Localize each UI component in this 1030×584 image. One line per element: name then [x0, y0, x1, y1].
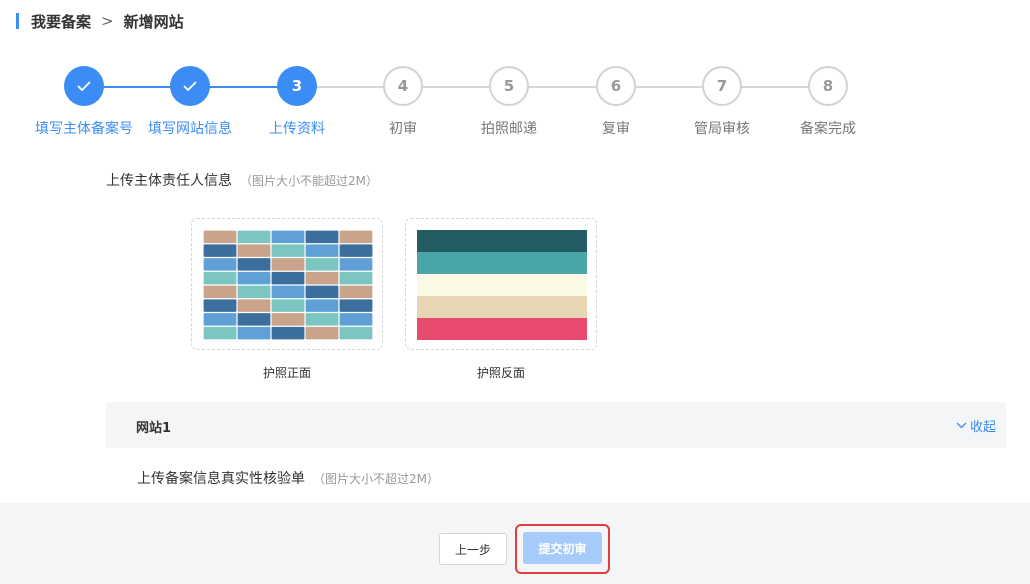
site-section-hint: （图片大小不超过2M）: [313, 472, 439, 486]
passport-back-image: [417, 230, 587, 340]
mosaic-tile: [203, 299, 237, 312]
mosaic-tile: [271, 285, 305, 299]
step-1: 填写主体备案号: [24, 66, 144, 138]
prev-step-button[interactable]: 上一步: [439, 533, 507, 565]
step-7: 7 管局审核: [662, 66, 782, 138]
passport-front-caption: 护照正面: [262, 366, 311, 380]
upload-passport-front[interactable]: [191, 218, 383, 350]
step-8: 8 备案完成: [768, 66, 888, 138]
mosaic-tile: [237, 230, 271, 244]
footer-action-bar: 上一步 提交初审: [0, 503, 1030, 584]
owner-section-hint: （图片大小不能超过2M）: [240, 174, 378, 188]
step-6-circle: 6: [596, 66, 636, 106]
site-name: 网站1: [136, 421, 172, 436]
passport-front-image: [203, 230, 373, 340]
check-icon: [77, 81, 91, 91]
mosaic-tile: [203, 326, 237, 340]
chevron-down-icon: [956, 422, 967, 429]
step-5-circle: 5: [489, 66, 529, 106]
breadcrumb-current: 新增网站: [123, 12, 184, 31]
step-5-label: 拍照邮递: [481, 121, 537, 137]
step-5: 5 拍照邮递: [449, 66, 569, 138]
mosaic-tile: [271, 244, 305, 257]
step-8-circle: 8: [808, 66, 848, 106]
site-panel-header: 网站1 收起: [106, 402, 1006, 448]
mosaic-tile: [237, 313, 271, 326]
step-6-label: 复审: [602, 121, 630, 137]
site-section-title-text: 上传备案信息真实性核验单: [137, 471, 305, 487]
owner-section-title-text: 上传主体责任人信息: [106, 173, 232, 189]
mosaic-tile: [339, 271, 373, 285]
mosaic-tile: [305, 230, 339, 244]
check-icon: [183, 81, 197, 91]
step-1-circle: [64, 66, 104, 106]
mosaic-tile: [305, 258, 339, 271]
breadcrumb-parent[interactable]: 我要备案: [31, 11, 91, 32]
step-8-label: 备案完成: [800, 121, 856, 137]
mosaic-tile: [305, 326, 339, 340]
breadcrumb: 我要备案 > 新增网站: [16, 11, 184, 31]
step-2: 填写网站信息: [130, 66, 250, 138]
mosaic-tile: [271, 299, 305, 312]
mosaic-tile: [339, 258, 373, 271]
mosaic-tile: [203, 230, 237, 244]
mosaic-tile: [339, 285, 373, 299]
mosaic-tile: [271, 326, 305, 340]
step-4-label: 初审: [389, 121, 417, 137]
step-7-label: 管局审核: [694, 121, 750, 137]
step-7-circle: 7: [702, 66, 742, 106]
mosaic-tile: [203, 285, 237, 299]
submit-review-button[interactable]: 提交初审: [523, 532, 602, 564]
mosaic-tile: [237, 271, 271, 285]
breadcrumb-separator: >: [101, 12, 114, 30]
mosaic-tile: [271, 313, 305, 326]
step-4-circle: 4: [383, 66, 423, 106]
mosaic-tile: [305, 244, 339, 257]
mosaic-tile: [237, 258, 271, 271]
mosaic-tile: [237, 299, 271, 312]
step-4: 4 初审: [343, 66, 463, 138]
upload-passport-back[interactable]: [405, 218, 597, 350]
mosaic-tile: [237, 244, 271, 257]
collapse-toggle[interactable]: 收起: [956, 416, 996, 435]
step-3: 3 上传资料: [237, 66, 357, 138]
mosaic-tile: [305, 271, 339, 285]
mosaic-tile: [339, 326, 373, 340]
mosaic-tile: [237, 285, 271, 299]
submit-highlight-box: 提交初审: [515, 524, 610, 574]
step-1-label: 填写主体备案号: [35, 121, 133, 137]
mosaic-tile: [339, 230, 373, 244]
step-2-circle: [170, 66, 210, 106]
mosaic-tile: [305, 313, 339, 326]
step-3-label: 上传资料: [269, 121, 325, 137]
step-3-circle: 3: [277, 66, 317, 106]
owner-section-title: 上传主体责任人信息 （图片大小不能超过2M）: [106, 170, 378, 190]
mosaic-tile: [339, 299, 373, 312]
mosaic-tile: [271, 258, 305, 271]
mosaic-tile: [203, 244, 237, 257]
mosaic-tile: [305, 285, 339, 299]
collapse-label: 收起: [969, 420, 996, 435]
mosaic-tile: [203, 258, 237, 271]
mosaic-tile: [203, 313, 237, 326]
mosaic-tile: [237, 326, 271, 340]
progress-steps: 填写主体备案号 填写网站信息 3 上传资料 4 初审 5 拍照邮递 6 复审 7…: [0, 66, 1030, 138]
site-section-title: 上传备案信息真实性核验单 （图片大小不超过2M）: [137, 468, 439, 488]
breadcrumb-accent-bar: [16, 13, 19, 29]
passport-back-caption: 护照反面: [476, 366, 525, 380]
mosaic-tile: [305, 299, 339, 312]
step-6: 6 复审: [556, 66, 676, 138]
mosaic-tile: [271, 230, 305, 244]
mosaic-tile: [203, 271, 237, 285]
mosaic-tile: [339, 313, 373, 326]
mosaic-tile: [339, 244, 373, 257]
step-2-label: 填写网站信息: [148, 121, 232, 137]
mosaic-tile: [271, 271, 305, 285]
